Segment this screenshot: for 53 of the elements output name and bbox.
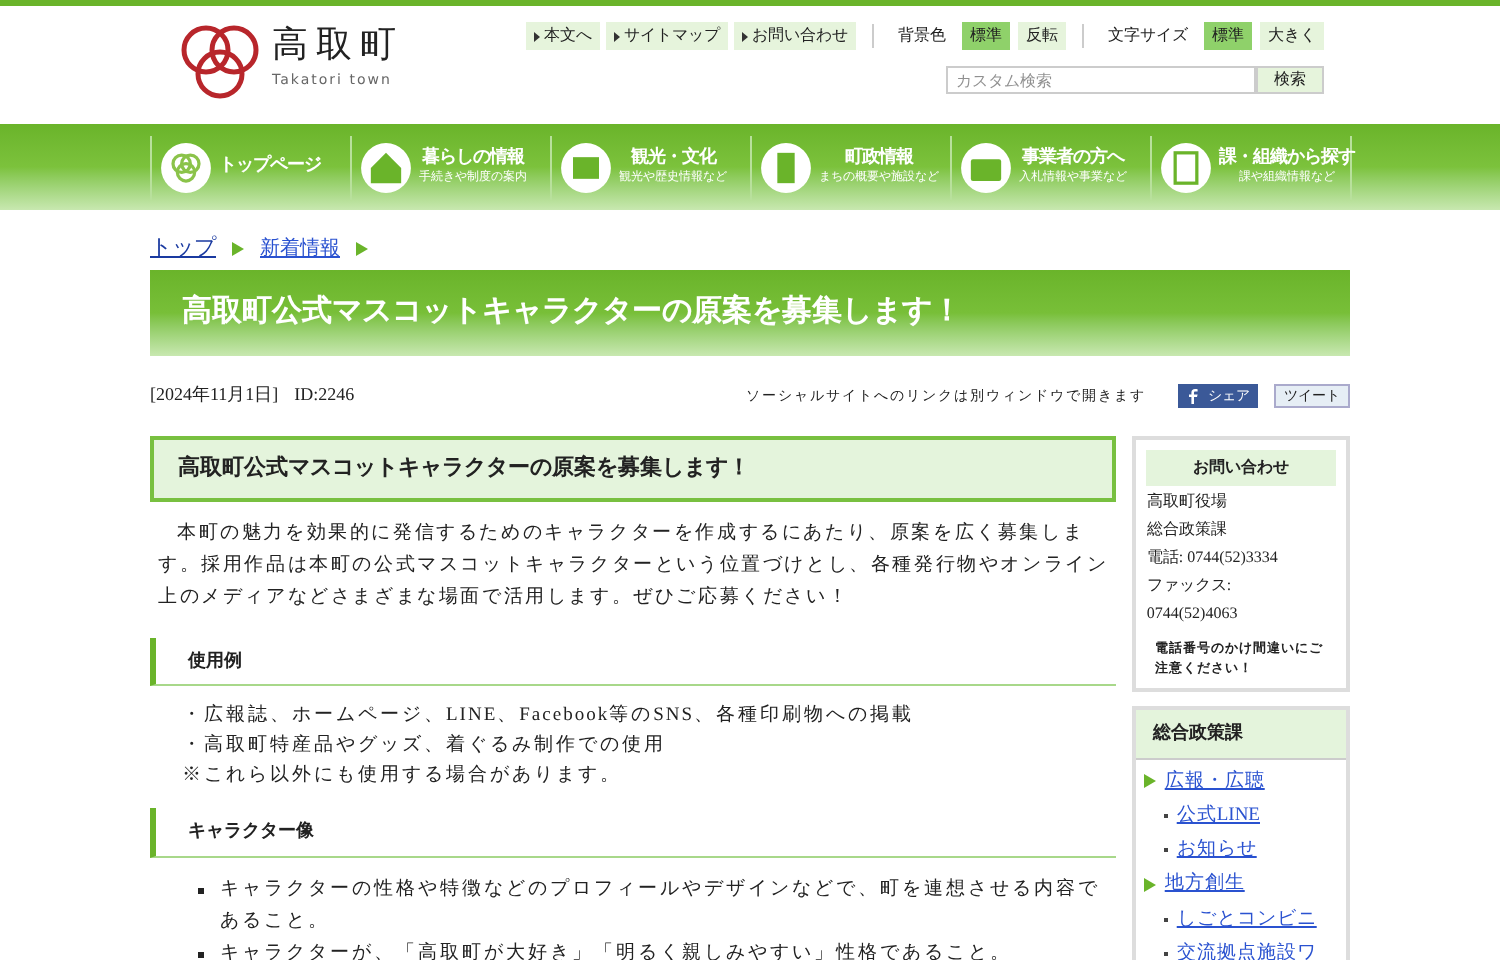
arrow-icon <box>742 31 748 41</box>
department-sublink[interactable]: 交流拠点施設ワ <box>1176 939 1317 960</box>
arrow-icon <box>614 31 620 41</box>
list-line: ・高取町特産品やグッズ、着ぐるみ制作での使用 <box>182 732 668 760</box>
arrow-icon <box>232 241 244 255</box>
department-title: 総合政策課 <box>1136 710 1346 759</box>
article-heading: 高取町公式マスコットキャラクターの原案を募集します！ <box>150 436 1117 501</box>
search-button[interactable]: 検索 <box>1256 66 1324 94</box>
facebook-icon <box>1186 388 1200 404</box>
department-sublink[interactable]: お知らせ <box>1176 836 1257 865</box>
contact-line: ファックス: <box>1146 574 1234 598</box>
house-icon <box>359 141 411 193</box>
toggle-option[interactable]: 反転 <box>1018 22 1066 50</box>
utility-link[interactable]: お問い合わせ <box>734 22 856 50</box>
department-link[interactable]: 広報・広聴 <box>1164 767 1265 796</box>
toggle-option[interactable]: 大きく <box>1260 22 1324 50</box>
department-sublink[interactable]: 公式LINE <box>1176 801 1260 830</box>
section-heading: 使用例 <box>150 637 1117 686</box>
contact-line: 総合政策課 <box>1146 518 1229 542</box>
toggle-label: 背景色 <box>896 24 948 48</box>
toggle-label: 文字サイズ <box>1106 24 1190 48</box>
arrow-icon <box>1144 877 1157 892</box>
list-line: ※これら以外にも使用する場合があります。 <box>182 762 624 790</box>
date-text: [2024年11月1日] <box>150 382 279 409</box>
utility-link[interactable]: サイトマップ <box>606 22 728 50</box>
arrow-icon <box>1144 774 1157 789</box>
search-field[interactable]: カスタム検索 <box>946 66 1256 94</box>
contact-line: 電話: 0744(52)3334 <box>1146 546 1280 570</box>
logo-icon <box>176 22 264 102</box>
bullet-icon <box>198 951 204 957</box>
id-text: ID:2246 <box>294 382 355 409</box>
site-title: 高取町 <box>272 22 404 70</box>
arrow-icon <box>534 31 540 41</box>
breadcrumb-link[interactable]: トップ <box>150 231 216 265</box>
bullet-icon <box>198 887 204 893</box>
toggle-option[interactable]: 標準 <box>1204 22 1252 50</box>
rings-icon <box>159 141 211 193</box>
intro-paragraph: 本町の魅力を効果的に発信するためのキャラクターを作成するにあたり、原案を広く募集します。採用作品は本町の公式マスコットキャラクターという位置づけとし、各種発行物やオンライン上のメディアなどさまざまな場面で活用します。ぜひご応募ください！ <box>156 520 1111 611</box>
department-sublink[interactable]: しごとコンビニ <box>1176 905 1317 934</box>
department-link[interactable]: 地方創生 <box>1164 870 1245 899</box>
breadcrumb-link[interactable]: 新着情報 <box>260 233 340 263</box>
document-icon <box>1159 141 1211 193</box>
list-item: キャラクターが、「高取町が大好き」「明るく親しみやすい」性格であること。 <box>220 940 1012 960</box>
list-item: キャラクターの性格や特徴などのプロフィールやデザインなどで、町を連想させる内容であること。 <box>220 876 1102 935</box>
list-line: ・広報誌、ホームページ、LINE、Facebook等のSNS、各種印刷物への掲載 <box>182 702 916 730</box>
utility-link[interactable]: 本文へ <box>526 22 600 50</box>
contact-line: 高取町役場 <box>1146 490 1229 514</box>
page-title: 高取町公式マスコットキャラクターの原案を募集します！ <box>182 291 962 333</box>
toggle-option[interactable]: 標準 <box>962 22 1010 50</box>
contact-line: 0744(52)4063 <box>1146 602 1240 626</box>
contact-title: お問い合わせ <box>1146 450 1336 486</box>
section-heading: キャラクター像 <box>150 808 1117 857</box>
arrow-icon <box>356 241 368 255</box>
